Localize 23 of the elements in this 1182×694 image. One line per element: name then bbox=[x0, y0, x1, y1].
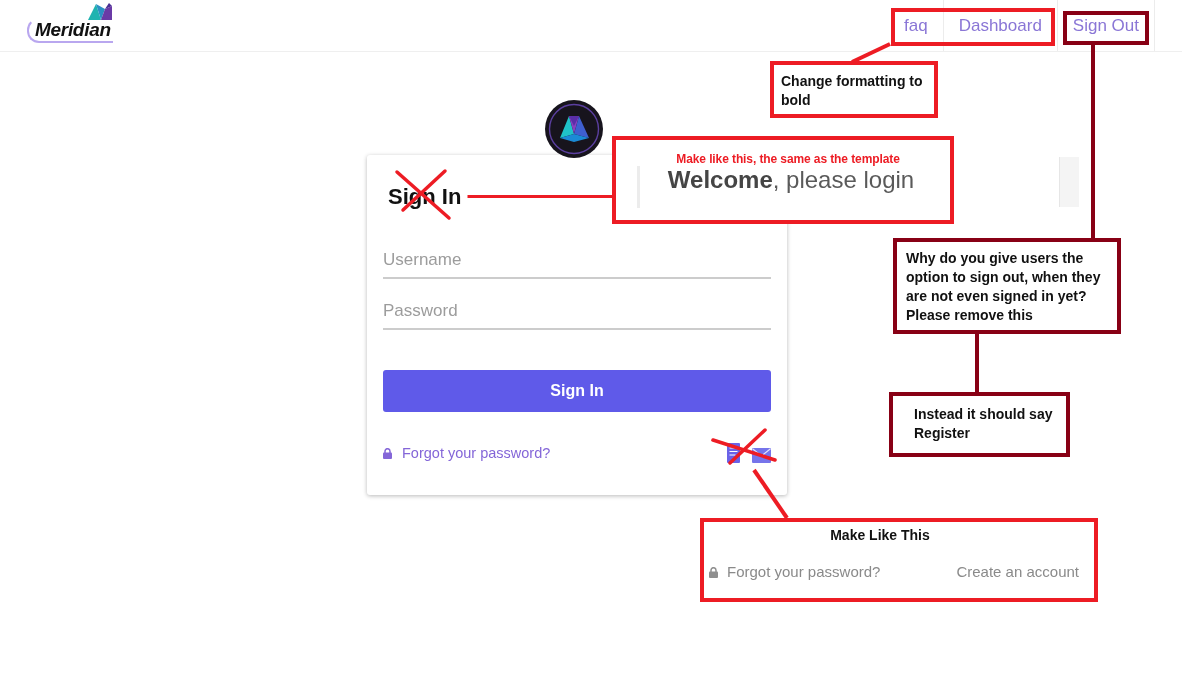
template-link[interactable]: Create an account bbox=[956, 562, 1079, 582]
forgot-password-link[interactable]: Forgot your password? bbox=[383, 445, 551, 461]
lock-icon bbox=[709, 566, 718, 578]
nav-link[interactable]: Dashboard bbox=[943, 0, 1058, 51]
annotation-caption: Make Like This bbox=[829, 526, 931, 544]
connector-line bbox=[975, 332, 979, 394]
annotation-note: Instead it should say Register bbox=[889, 392, 1070, 457]
sign-in-button[interactable]: Sign In bbox=[383, 370, 771, 412]
annotation-caption: Make like this, the same as the template bbox=[675, 152, 901, 166]
annotation-note: Why do you give users the option to sign out, when they are not even signed in yet? Please remove this bbox=[893, 238, 1121, 334]
template-heading: Welcome, please login bbox=[667, 166, 915, 194]
annotation-note: Change formatting to bold bbox=[770, 61, 938, 118]
nav-link[interactable]: Sign Out bbox=[1057, 0, 1155, 51]
prism-logo-icon bbox=[545, 100, 603, 158]
nav-link[interactable]: faq bbox=[889, 0, 944, 51]
peaks-logo-icon bbox=[87, 3, 112, 20]
connector-line bbox=[850, 42, 892, 64]
text-field[interactable]: Password bbox=[383, 294, 771, 330]
template-link[interactable]: Forgot your password? bbox=[709, 562, 881, 582]
text-field[interactable]: Username bbox=[383, 243, 771, 279]
logo-text: Meridian bbox=[27, 18, 113, 43]
template-panel-edge bbox=[1059, 157, 1079, 207]
lock-icon bbox=[383, 447, 392, 459]
